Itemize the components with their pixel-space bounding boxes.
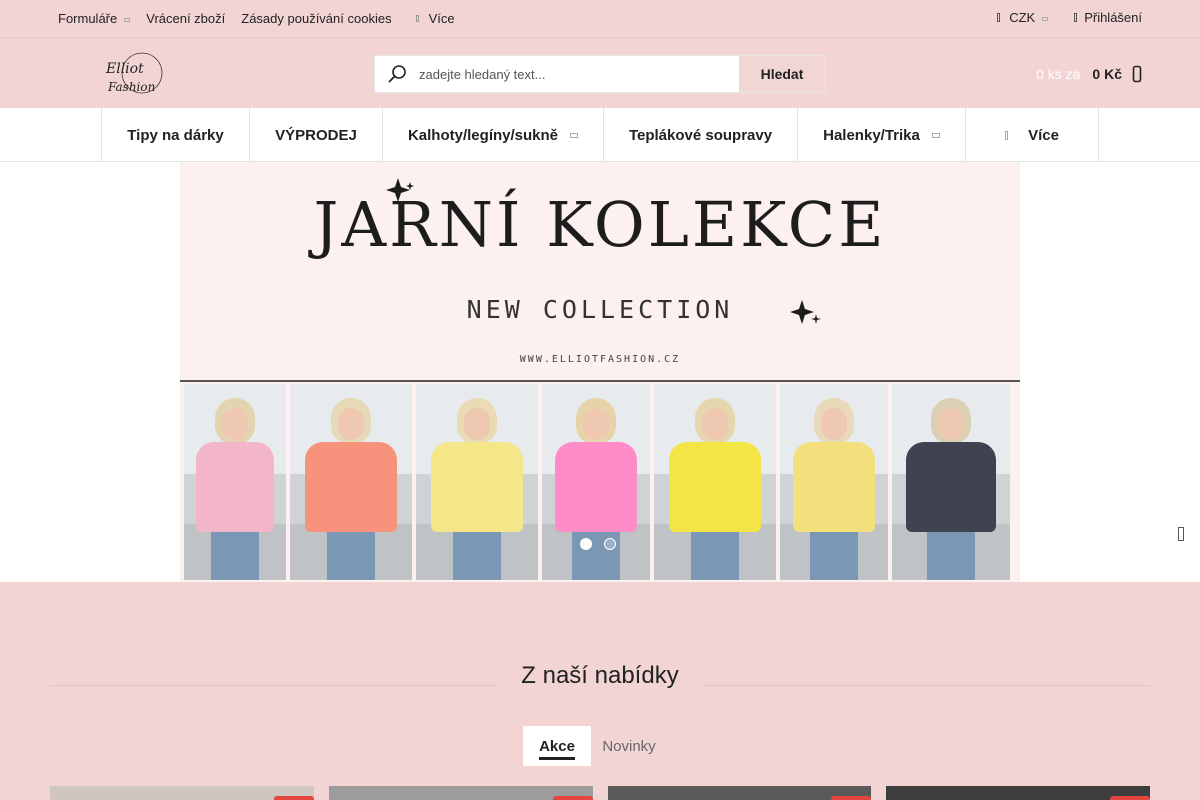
top-right: CZK Přihlášení <box>997 10 1142 25</box>
user-icon <box>1074 13 1078 22</box>
banner-divider <box>180 380 1020 382</box>
sale-badge <box>831 796 872 800</box>
svg-text:Fashion: Fashion <box>107 80 155 94</box>
search-button[interactable]: Hledat <box>739 56 825 92</box>
currency-icon <box>997 13 1001 22</box>
banner-subtitle: NEW COLLECTION <box>466 295 734 324</box>
cart-count: 0 ks za <box>1036 66 1081 82</box>
hero-banner[interactable]: JARNÍ KOLEKCE NEW COLLECTION WWW.ELLIOTF… <box>180 162 1020 582</box>
carousel-indicators <box>580 538 616 550</box>
search-input[interactable] <box>419 57 739 91</box>
carousel-dot-1[interactable] <box>580 538 592 550</box>
banner-photos <box>184 384 1014 580</box>
model-photo <box>542 384 650 580</box>
top-links: Formuláře Vrácení zboží Zásady používání… <box>58 11 471 26</box>
nav-item-blouses[interactable]: Halenky/Trika <box>797 108 965 162</box>
more-icon <box>415 15 419 22</box>
cart-price: 0 Kč <box>1092 66 1122 82</box>
offer-tabs: Akce Novinky <box>523 726 667 766</box>
top-link-forms[interactable]: Formuláře <box>58 11 131 26</box>
nav-item-tracksuits[interactable]: Teplákové soupravy <box>603 108 797 162</box>
sale-badge <box>1110 796 1150 800</box>
nav-item-more[interactable]: Více <box>965 108 1099 162</box>
chevron-down-icon <box>570 132 579 138</box>
carousel-next-arrow[interactable] <box>1178 527 1184 541</box>
section-title: Z naší nabídky <box>521 662 679 689</box>
top-link-returns[interactable]: Vrácení zboží <box>146 11 225 26</box>
chevron-down-icon <box>931 132 940 138</box>
nav-item-sale[interactable]: VÝPRODEJ <box>249 108 382 162</box>
model-photo <box>892 384 1010 580</box>
carousel-dot-2[interactable] <box>604 538 616 550</box>
model-photo <box>780 384 888 580</box>
tab-sale[interactable]: Akce <box>523 726 591 766</box>
product-grid <box>50 786 1150 800</box>
top-link-cookies[interactable]: Zásady používání cookies <box>241 11 391 26</box>
model-photo <box>184 384 286 580</box>
product-card[interactable] <box>50 786 314 800</box>
cart[interactable]: 0 ks za 0 Kč <box>1036 65 1142 83</box>
tab-new[interactable]: Novinky <box>591 726 667 766</box>
model-photo <box>416 384 538 580</box>
chevron-down-icon <box>124 17 131 22</box>
login-link[interactable]: Přihlášení <box>1074 10 1142 25</box>
search-bar: Hledat <box>374 55 826 93</box>
top-link-more[interactable]: Více <box>408 11 455 26</box>
product-card[interactable] <box>607 786 872 800</box>
header: Elliot Fashion Hledat 0 ks za 0 Kč <box>0 38 1200 108</box>
cart-icon <box>1132 65 1142 83</box>
product-card[interactable] <box>328 786 593 800</box>
main-nav: Tipy na dárky VÝPRODEJ Kalhoty/legíny/su… <box>0 108 1200 162</box>
hero-carousel: JARNÍ KOLEKCE NEW COLLECTION WWW.ELLIOTF… <box>0 162 1200 582</box>
nav-item-gift-tips[interactable]: Tipy na dárky <box>101 108 249 162</box>
nav-item-pants[interactable]: Kalhoty/legíny/sukně <box>382 108 603 162</box>
more-icon <box>1005 130 1009 140</box>
sale-badge <box>552 796 593 800</box>
model-photo <box>654 384 776 580</box>
logo-image: Elliot Fashion <box>105 52 163 94</box>
model-photo <box>290 384 412 580</box>
sale-badge <box>273 796 314 800</box>
product-card[interactable] <box>886 786 1150 800</box>
chevron-down-icon <box>1042 16 1049 21</box>
banner-url: WWW.ELLIOTFASHION.CZ <box>519 354 681 365</box>
logo[interactable]: Elliot Fashion <box>104 51 166 97</box>
currency-select[interactable]: CZK <box>997 10 1049 25</box>
top-bar: Formuláře Vrácení zboží Zásady používání… <box>0 0 1200 38</box>
search-icon[interactable] <box>375 56 419 92</box>
svg-text:Elliot: Elliot <box>105 61 144 77</box>
banner-title: JARNÍ KOLEKCE <box>313 188 887 261</box>
